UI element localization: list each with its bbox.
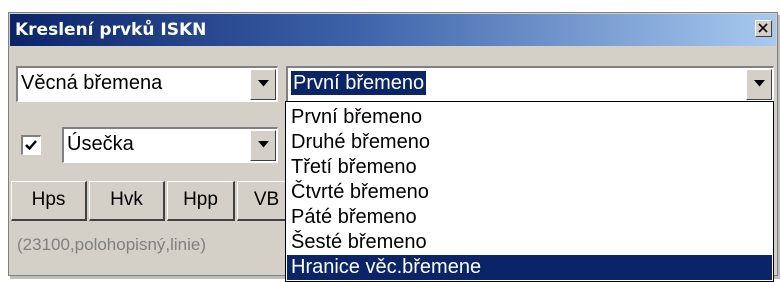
close-icon: [758, 23, 768, 33]
layer-combo-dropdown-button[interactable]: [250, 69, 276, 100]
chevron-down-icon: [754, 80, 765, 87]
item-combo-dropdown-button[interactable]: [746, 69, 772, 100]
title-bar[interactable]: Kreslení prvků ISKN: [10, 14, 776, 46]
list-item[interactable]: První břemeno: [287, 105, 772, 130]
hps-button[interactable]: Hps: [11, 181, 87, 221]
list-item[interactable]: Čtvrté břemeno: [287, 180, 772, 205]
status-text: (23100,polohopisný,linie): [17, 235, 207, 254]
item-combo-value: První břemeno: [289, 70, 428, 96]
item-combo[interactable]: První břemeno: [286, 66, 774, 102]
close-button[interactable]: [755, 20, 772, 37]
window-title: Kreslení prvků ISKN: [15, 20, 207, 40]
list-item[interactable]: Šesté břemeno: [287, 230, 772, 255]
shape-combo-dropdown-button[interactable]: [250, 130, 276, 161]
shape-combo[interactable]: Úsečka: [62, 127, 278, 163]
layer-combo-value: Věcná břemena: [21, 72, 163, 94]
list-item[interactable]: Třetí břemeno: [287, 155, 772, 180]
list-item[interactable]: Druhé břemeno: [287, 130, 772, 155]
item-dropdown-list[interactable]: První břemeno Druhé břemeno Třetí břemen…: [285, 101, 774, 282]
checkmark-icon: [25, 140, 37, 151]
chevron-down-icon: [258, 141, 269, 148]
draw-checkbox[interactable]: [21, 135, 41, 155]
hvk-button[interactable]: Hvk: [89, 181, 165, 221]
shape-combo-value: Úsečka: [67, 133, 134, 155]
list-item-highlighted[interactable]: Hranice věc.břemene: [287, 255, 772, 280]
chevron-down-icon: [258, 80, 269, 87]
layer-combo[interactable]: Věcná břemena: [16, 66, 278, 102]
hpp-button[interactable]: Hpp: [167, 181, 235, 221]
list-item[interactable]: Páté břemeno: [287, 205, 772, 230]
